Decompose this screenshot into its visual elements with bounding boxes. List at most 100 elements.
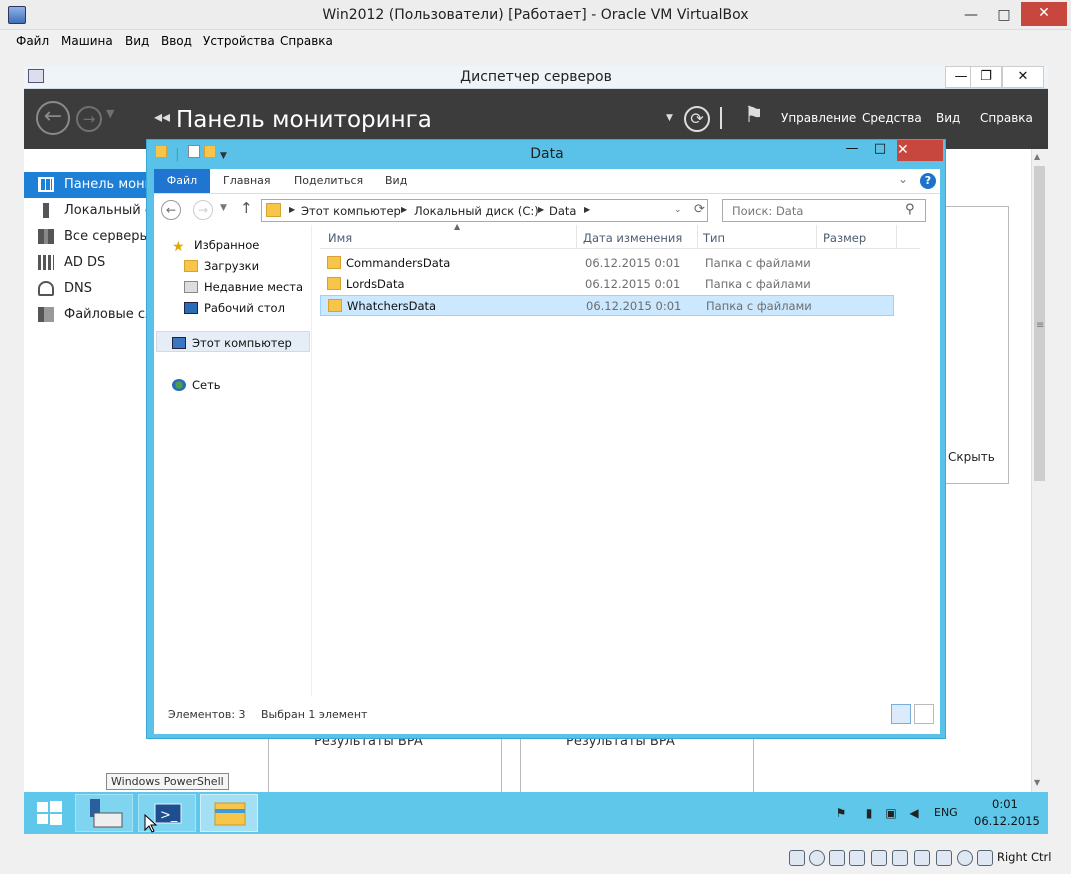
column-divider[interactable] [576, 225, 577, 249]
clock-date[interactable]: 06.12.2015 [974, 814, 1040, 828]
nav-help[interactable]: Справка [980, 111, 1033, 125]
power-icon[interactable]: ▮ [862, 806, 876, 820]
sidebar-item-ad-ds[interactable]: AD DS [24, 250, 148, 276]
vbox-maximize-button[interactable]: □ [989, 6, 1019, 26]
tab-home[interactable]: Главная [223, 174, 271, 187]
sidebar-item-file-services[interactable]: Файловые службы [24, 302, 148, 328]
sm-close-button[interactable]: ✕ [1002, 66, 1044, 88]
file-row[interactable]: LordsData 06.12.2015 0:01 Папка с файлам… [320, 274, 900, 295]
vbox-menu-file[interactable]: Файл [16, 34, 49, 48]
search-icon[interactable]: ⚲ [905, 202, 915, 217]
network-status-icon[interactable]: ▣ [884, 806, 898, 820]
address-dropdown-icon[interactable]: ⌄ [674, 205, 682, 215]
forward-arrow-icon[interactable]: → [76, 106, 102, 132]
refresh-icon[interactable]: ⟳ [684, 106, 710, 132]
tab-share[interactable]: Поделиться [294, 174, 363, 187]
vbox-close-button[interactable]: ✕ [1021, 2, 1067, 26]
file-date: 06.12.2015 0:01 [586, 299, 682, 313]
mouse-integration-icon[interactable] [977, 850, 993, 866]
usb-icon[interactable] [871, 850, 887, 866]
vbox-window-title: Win2012 (Пользователи) [Работает] - Orac… [322, 7, 749, 23]
breadcrumb-this-pc[interactable]: Этот компьютер [301, 204, 401, 218]
sidebar-item-dns[interactable]: DNS [24, 276, 148, 302]
vbox-menu-help[interactable]: Справка [280, 34, 333, 48]
video-capture-icon[interactable] [936, 850, 952, 866]
nav-network[interactable]: Сеть [172, 378, 221, 392]
nav-tools[interactable]: Средства [862, 111, 922, 125]
sidebar-item-local-server[interactable]: Локальный сервер [24, 198, 148, 224]
nav-this-pc[interactable]: Этот компьютер [172, 336, 292, 350]
details-view-icon[interactable] [891, 704, 911, 724]
vbox-menu-view[interactable]: Вид [125, 34, 149, 48]
breadcrumb-data[interactable]: Data [549, 204, 576, 218]
recent-locations-icon[interactable]: ▼ [220, 203, 227, 213]
taskbar-tooltip: Windows PowerShell [106, 773, 229, 790]
display-icon[interactable] [914, 850, 930, 866]
forward-arrow-icon[interactable]: → [193, 200, 213, 220]
vbox-menu-input[interactable]: Ввод [161, 34, 192, 48]
nav-favorites[interactable]: ★ Избранное [172, 238, 259, 255]
vbox-minimize-button[interactable]: — [956, 6, 986, 26]
back-arrow-icon[interactable]: ← [161, 200, 181, 220]
volume-muted-icon[interactable]: ◀ [907, 806, 921, 820]
up-arrow-icon[interactable]: ↑ [240, 199, 253, 217]
nav-downloads[interactable]: Загрузки [184, 259, 259, 273]
scroll-up-icon[interactable]: ▲ [1034, 152, 1040, 161]
large-icons-view-icon[interactable] [914, 704, 934, 724]
clock-time[interactable]: 0:01 [992, 797, 1018, 811]
file-row-selected[interactable]: WhatchersData 06.12.2015 0:01 Папка с фа… [320, 295, 894, 316]
column-divider[interactable] [816, 225, 817, 249]
hard-disk-icon[interactable] [789, 850, 805, 866]
sm-restore-button[interactable]: ❐ [970, 66, 1002, 88]
shared-folders-icon[interactable] [892, 850, 908, 866]
item-count: Элементов: 3 [168, 708, 246, 721]
notifications-flag-icon[interactable]: ⚑ [744, 103, 764, 128]
language-indicator[interactable]: ENG [934, 806, 958, 819]
breadcrumb-separator-icon[interactable]: ▶ [289, 205, 295, 214]
action-center-flag-icon[interactable]: ⚑ [834, 806, 848, 820]
nav-view[interactable]: Вид [936, 111, 960, 125]
hide-link[interactable]: Скрыть [948, 450, 995, 464]
breadcrumb-separator-icon[interactable]: ▶ [538, 205, 544, 214]
sidebar-item-all-servers[interactable]: Все серверы [24, 224, 148, 250]
history-dropdown-icon[interactable]: ▼ [106, 107, 114, 120]
scroll-down-icon[interactable]: ▼ [1034, 778, 1040, 787]
tab-file[interactable]: Файл [154, 169, 210, 193]
column-type[interactable]: Тип [703, 231, 725, 245]
column-size[interactable]: Размер [823, 231, 866, 245]
address-bar[interactable]: ▶ Этот компьютер ▶ Локальный диск (C:) ▶… [261, 199, 708, 222]
vbox-menu-machine[interactable]: Машина [61, 34, 113, 48]
optical-drive-icon[interactable] [809, 850, 825, 866]
explorer-minimize-button[interactable]: — [839, 140, 865, 160]
breadcrumb-separator-icon[interactable]: ▶ [584, 205, 590, 214]
back-arrow-icon[interactable]: ← [36, 101, 70, 135]
refresh-icon[interactable]: ⟳ [694, 202, 705, 217]
taskbar-file-explorer[interactable] [200, 794, 258, 832]
sidebar-item-dashboard[interactable]: Панель мониторинга [24, 172, 148, 198]
column-date-modified[interactable]: Дата изменения [583, 231, 682, 245]
tab-view[interactable]: Вид [385, 174, 407, 187]
taskbar-server-manager[interactable] [75, 794, 133, 832]
help-icon[interactable]: ? [920, 173, 936, 189]
explorer-maximize-button[interactable]: □ [867, 140, 893, 160]
expand-ribbon-icon[interactable]: ⌄ [898, 172, 908, 186]
nav-recent-places[interactable]: Недавние места [184, 280, 303, 294]
breadcrumb-local-disk[interactable]: Локальный диск (C:) [414, 204, 539, 218]
network-adapter-icon[interactable] [849, 850, 865, 866]
nav-desktop[interactable]: Рабочий стол [184, 301, 285, 315]
vbox-menu-devices[interactable]: Устройства [203, 34, 275, 48]
column-divider[interactable] [697, 225, 698, 249]
nav-manage[interactable]: Управление [781, 111, 856, 125]
start-button[interactable] [26, 794, 72, 832]
breadcrumb-separator-icon[interactable]: ▶ [401, 205, 407, 214]
column-divider[interactable] [896, 225, 897, 249]
local-server-icon [43, 203, 49, 218]
virtualization-icon[interactable] [957, 850, 973, 866]
dashboard-welcome-panel [944, 206, 1009, 484]
search-input[interactable]: Поиск: Data ⚲ [722, 199, 926, 222]
explorer-close-button[interactable]: ✕ [897, 140, 943, 161]
refresh-dropdown-icon[interactable]: ▼ [666, 113, 673, 123]
column-name[interactable]: Имя [328, 231, 352, 245]
file-row[interactable]: CommandersData 06.12.2015 0:01 Папка с ф… [320, 253, 900, 274]
audio-icon[interactable] [829, 850, 845, 866]
